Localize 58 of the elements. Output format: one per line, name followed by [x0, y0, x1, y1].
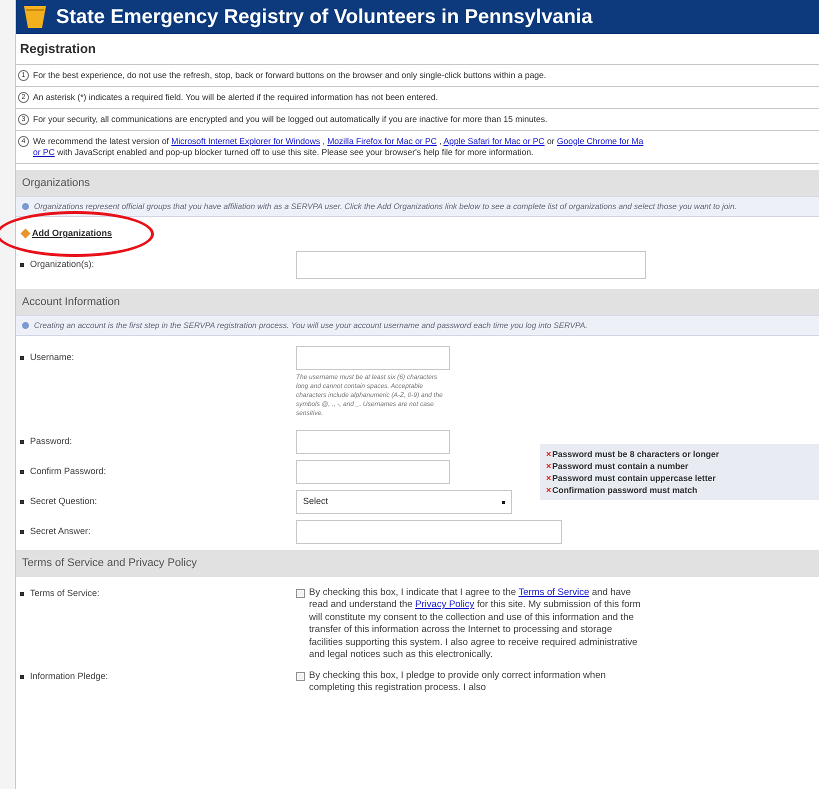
info-text: Creating an account is the first step in the SERVPA registration process. You will use your account username and password each time you log into SERVPA.: [34, 320, 588, 331]
notice-text: We recommend the latest version of Microsoft Internet Explorer for Windows , Mozilla Firefox for Mac or PC , Apple Safari for Mac or PC or Google Chrome for Ma: [33, 136, 644, 146]
text-link[interactable]: Apple Safari for Mac or PC: [443, 136, 545, 146]
field-label: Secret Answer:: [30, 525, 91, 538]
text-link[interactable]: Privacy Policy: [415, 599, 474, 610]
bullet-icon: [20, 674, 24, 678]
text-field[interactable]: [296, 430, 450, 454]
text-field[interactable]: [296, 460, 450, 484]
bullet-icon: [20, 356, 24, 360]
text-link[interactable]: Microsoft Internet Explorer for Windows: [171, 136, 320, 146]
checkbox[interactable]: [296, 672, 305, 680]
section-heading: Terms of Service and Privacy Policy: [16, 550, 819, 576]
field-label: Confirm Password:: [30, 465, 106, 478]
bullet-icon: [20, 262, 24, 266]
rule-text: Password must contain uppercase letter: [552, 472, 716, 484]
info-text: Organizations represent official groups that you have affiliation with as a SERVPA user. Click the Add Organizations link below to see a complete list of organizations and select those you want to join.: [34, 201, 737, 212]
bullet-icon: [20, 440, 24, 444]
rule-text: Password must contain a number: [552, 460, 688, 472]
notice-text: For the best experience, do not use the refresh, stop, back or forward buttons on the browser and only single-click buttons within a page.: [33, 70, 546, 80]
terms-text: By checking this box, I indicate that I agree to the Terms of Service and have read and understand the Privacy Policy for this site. My submission of this form will constitute my consent to the collection and use of this information and the transfer of this information across the Internet to processing and storage facilities supporting this system. I also agree to receive required administrative and legal notices such as this electronically.: [309, 586, 641, 662]
cross-mark: ×: [546, 448, 552, 460]
bullet-icon: [20, 500, 24, 504]
field-label: Organization(s):: [30, 258, 94, 271]
cross-mark: ×: [546, 484, 552, 496]
field-label: Password:: [30, 435, 72, 448]
rule-text: Password must be 8 characters or longer: [552, 448, 720, 460]
page-title: Registration: [16, 34, 819, 64]
bullet-icon: [20, 592, 24, 596]
dropdown-icon: [502, 500, 505, 504]
field-label: Username:: [30, 351, 74, 364]
keystone-icon: [22, 4, 48, 30]
text-link[interactable]: Google Chrome for Ma: [556, 136, 644, 146]
text-field[interactable]: [296, 520, 562, 544]
text-field[interactable]: [296, 346, 450, 370]
terms-text: By checking this box, I pledge to provide only correct information when completing this registration process. I also: [309, 670, 607, 694]
bullet-icon: [20, 470, 24, 474]
cross-mark: ×: [546, 460, 552, 472]
text-link[interactable]: Terms of Service: [518, 586, 590, 598]
text-link[interactable]: or PC: [33, 146, 55, 156]
site-title: State Emergency Registry of Volunteers in Pennsylvania: [56, 5, 592, 30]
info-icon: [22, 203, 29, 210]
notice-text: An asterisk (*) indicates a required field. You will be alerted if the required information has not been entered.: [33, 92, 438, 102]
text-link[interactable]: Mozilla Firefox for Mac or PC: [327, 136, 437, 146]
section-heading: Organizations: [16, 170, 819, 196]
field-label: Information Pledge:: [30, 670, 108, 683]
notice-text: For your security, all communications are encrypted and you will be logged out automatically if you are inactive for more than 15 minutes.: [33, 114, 548, 124]
field-label: Secret Question:: [30, 495, 98, 508]
section-heading: Account Information: [16, 288, 819, 315]
bullet-icon: [20, 530, 24, 534]
notice-text: or PC with JavaScript enabled and pop-up blocker turned off to use this site. Please see your browser's help file for more information.: [33, 146, 534, 158]
organizations-field[interactable]: [296, 250, 646, 278]
add-organizations-link[interactable]: Add Organizations: [22, 227, 112, 240]
rule-text: Confirmation password must match: [552, 484, 698, 496]
checkbox[interactable]: [296, 588, 305, 598]
cross-mark: ×: [546, 472, 552, 484]
info-icon: [22, 322, 29, 329]
field-label: Terms of Service:: [30, 586, 100, 600]
secret-question-dropdown[interactable]: Select: [296, 490, 512, 514]
